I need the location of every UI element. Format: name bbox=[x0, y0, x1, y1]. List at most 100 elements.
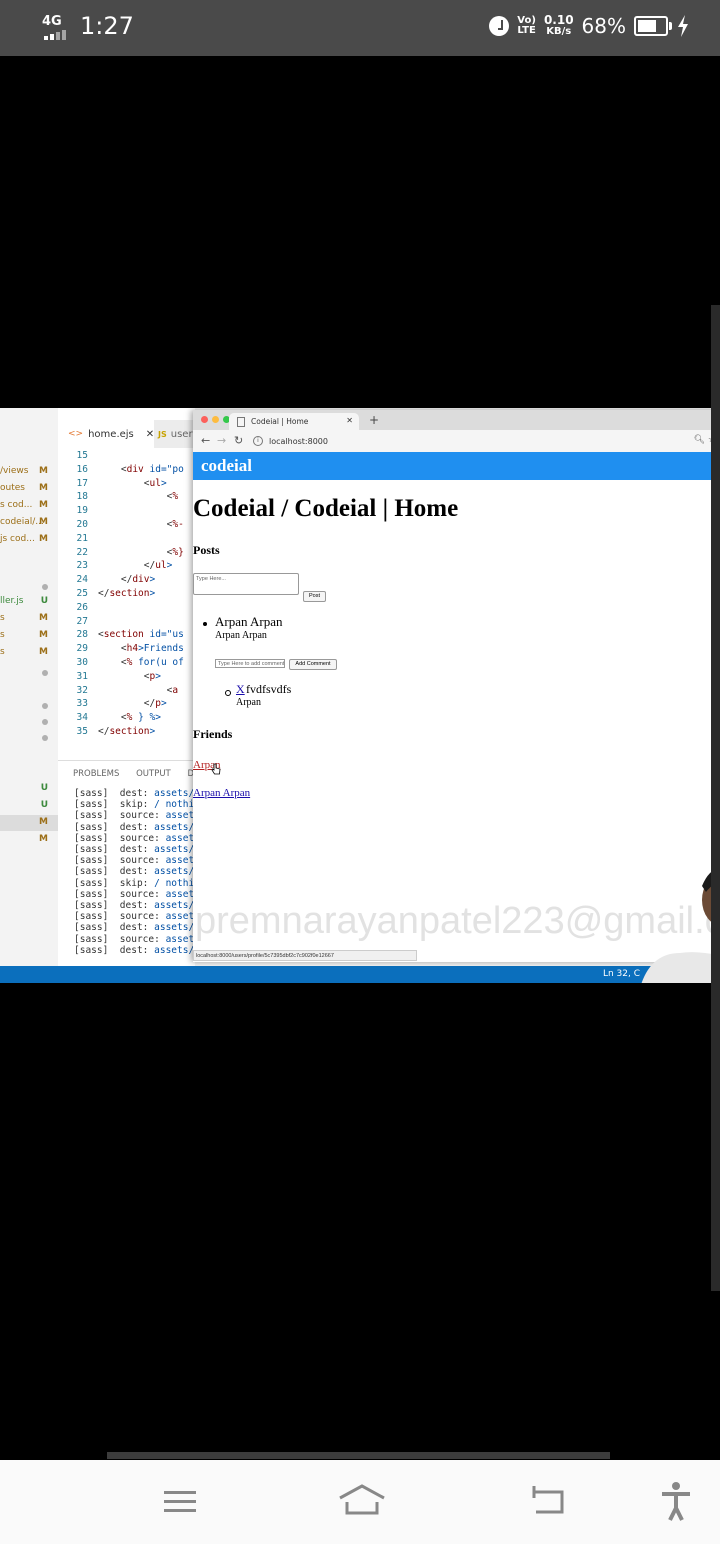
code-tag: ul bbox=[155, 560, 167, 572]
js-icon: JS bbox=[158, 429, 167, 439]
line-number: 32 bbox=[76, 684, 88, 696]
forward-arrow-icon[interactable]: → bbox=[217, 434, 226, 447]
minimize-window-icon[interactable] bbox=[212, 416, 219, 423]
tab-output[interactable]: OUTPUT bbox=[136, 769, 171, 779]
explorer-item-status: M bbox=[39, 817, 48, 827]
explorer-item[interactable]: sM bbox=[0, 611, 58, 627]
code-tag: a bbox=[172, 684, 179, 696]
terminal-text: source: bbox=[119, 888, 160, 900]
friend-link[interactable]: Arpan Arpan bbox=[193, 787, 250, 799]
terminal-text: [sass] bbox=[74, 888, 109, 900]
terminal-text: [sass] bbox=[74, 933, 109, 945]
comment-input[interactable]: Type Here to add comment bbox=[215, 659, 285, 668]
line-number: 20 bbox=[76, 519, 88, 530]
explorer-item-status: M bbox=[39, 630, 48, 640]
explorer-item[interactable]: M bbox=[0, 815, 58, 831]
code-text: < bbox=[98, 546, 173, 558]
line-number: 34 bbox=[76, 712, 88, 724]
explorer-item[interactable]: js cod... M bbox=[0, 532, 58, 548]
add-comment-button[interactable]: Add Comment bbox=[289, 659, 337, 670]
info-icon[interactable]: i bbox=[253, 436, 263, 446]
explorer-item[interactable]: codeial/... M bbox=[0, 515, 58, 531]
post-author: Arpan Arpan bbox=[215, 630, 267, 641]
explorer-item-status: U bbox=[40, 596, 48, 606]
code-line: <p> bbox=[98, 671, 161, 682]
terminal-text: dest: bbox=[119, 900, 149, 912]
terminal-output: [sass] dest: assets/c [sass] skip: / noth… bbox=[74, 788, 206, 956]
line-number: 29 bbox=[76, 643, 88, 655]
explorer-item-status: U bbox=[40, 783, 48, 793]
back-arrow-icon[interactable]: ← bbox=[201, 434, 210, 447]
cursor-position: Ln 32, C bbox=[602, 969, 640, 979]
terminal-text: dest: bbox=[119, 944, 149, 956]
speed-value: 0.10 bbox=[543, 13, 574, 27]
post-content: Arpan Arpan bbox=[215, 614, 283, 629]
terminal-panel: PROBLEMS OUTPUT DE [sass] dest: assets/c… bbox=[58, 760, 206, 967]
status-bar: 4G 1:27 Vo) LTE 0.10 KB/s 68% bbox=[0, 0, 720, 56]
explorer-item[interactable]: sM bbox=[0, 645, 58, 661]
accessibility-icon[interactable] bbox=[654, 1480, 698, 1524]
terminal-text: [sass] bbox=[74, 788, 109, 799]
code-text: < bbox=[98, 670, 150, 682]
home-icon[interactable] bbox=[338, 1480, 386, 1524]
tab-problems[interactable]: PROBLEMS bbox=[73, 769, 119, 779]
explorer-item[interactable]: s cod... M bbox=[0, 498, 58, 514]
terminal-text: [sass] bbox=[74, 877, 109, 889]
terminal-text: [sass] bbox=[74, 799, 109, 811]
terminal-text: [sass] bbox=[74, 810, 109, 822]
explorer-item[interactable]: U bbox=[0, 798, 58, 814]
terminal-text: [sass] bbox=[74, 900, 109, 912]
address-bar[interactable]: i localhost:8000 bbox=[253, 433, 713, 449]
presenter-image bbox=[641, 867, 720, 983]
terminal-text: dest: bbox=[119, 821, 149, 833]
explorer-item[interactable]: U bbox=[0, 781, 58, 797]
terminal-text: skip: bbox=[119, 799, 149, 811]
site-brand[interactable]: codeial bbox=[201, 456, 252, 476]
code-text: < bbox=[98, 712, 127, 724]
tab-label: user bbox=[170, 428, 193, 440]
explorer-item[interactable]: ller.js U bbox=[0, 594, 58, 610]
code-line: </section> bbox=[98, 726, 155, 737]
explorer-item-status: M bbox=[39, 647, 48, 657]
new-tab-button[interactable]: + bbox=[369, 413, 379, 427]
terminal-line: [sass] dest: assets/c bbox=[74, 945, 206, 956]
terminal-line: [sass] source: assets, bbox=[74, 934, 206, 945]
page-icon bbox=[237, 416, 245, 427]
terminal-text: [sass] bbox=[74, 911, 109, 923]
delete-comment-link[interactable]: X bbox=[236, 682, 245, 697]
speed-unit: KB/s bbox=[546, 26, 572, 37]
close-window-icon[interactable] bbox=[201, 416, 208, 423]
menu-icon[interactable] bbox=[158, 1480, 202, 1524]
browser-tab[interactable]: Codeial | Home ✕ bbox=[229, 413, 359, 430]
post-textarea[interactable]: Type Here... bbox=[193, 573, 299, 595]
explorer-item[interactable]: M bbox=[0, 832, 58, 848]
back-icon[interactable] bbox=[526, 1480, 570, 1524]
code-tag: div bbox=[132, 574, 150, 586]
video-frame[interactable]: /views Moutes Ms cod... Mcodeial/... Mjs cod… bbox=[0, 408, 720, 983]
explorer-item[interactable]: sM bbox=[0, 628, 58, 644]
code-tag: %} bbox=[172, 546, 184, 558]
code-tag: div bbox=[126, 463, 144, 475]
list-bullet bbox=[203, 622, 207, 626]
explorer-item[interactable]: outes M bbox=[0, 481, 58, 497]
terminal-text: source: bbox=[119, 810, 160, 822]
explorer-item[interactable]: /views M bbox=[0, 464, 58, 480]
reload-icon[interactable]: ↻ bbox=[234, 434, 243, 447]
code-line: <ul> bbox=[98, 478, 167, 489]
code-text: > bbox=[149, 574, 156, 586]
close-icon[interactable]: ✕ bbox=[146, 429, 154, 440]
editor-tabs: <> home.ejs ✕ JS user bbox=[58, 420, 195, 448]
post-button[interactable]: Post bbox=[303, 591, 326, 602]
video-seek-bar[interactable] bbox=[107, 1452, 610, 1459]
terminal-line: [sass] dest: assets/c bbox=[74, 822, 206, 833]
code-editor[interactable]: 15 16 <div id="po 17 <ul> 18 <% 19 20 <%- 21 22… bbox=[58, 448, 195, 760]
close-tab-icon[interactable]: ✕ bbox=[346, 416, 353, 425]
code-text: < bbox=[98, 519, 173, 530]
lte-label: LTE bbox=[517, 25, 536, 36]
modified-dot bbox=[42, 584, 48, 590]
line-number: 15 bbox=[76, 450, 88, 461]
tab-home-ejs[interactable]: <> home.ejs ✕ bbox=[58, 420, 154, 448]
modified-dot bbox=[42, 719, 48, 725]
scrollbar[interactable] bbox=[711, 305, 720, 1291]
tab-user-js[interactable]: JS user bbox=[158, 420, 193, 448]
